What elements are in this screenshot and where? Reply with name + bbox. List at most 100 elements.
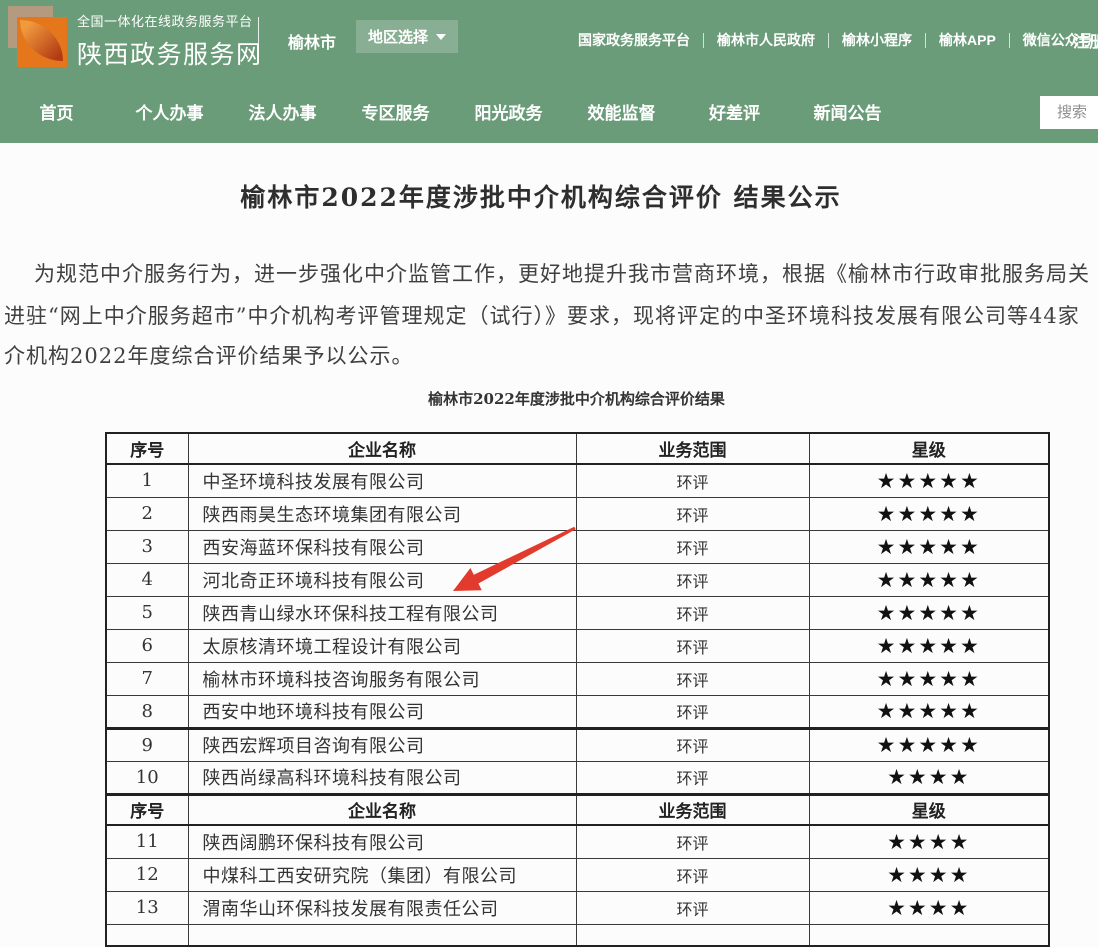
row-number: 7 <box>106 662 188 695</box>
logo-leaf-icon <box>20 20 63 61</box>
site-name: 陕西政务服务网 <box>77 35 263 71</box>
business-scope: 环评 <box>576 728 809 761</box>
star-rating: ★★★★★ <box>809 596 1049 629</box>
column-header: 星级 <box>809 794 1049 825</box>
company-name: 西安中地环境科技有限公司 <box>188 695 576 728</box>
paragraph-line-2: 进驻“网上中介服务超市”中介机构考评管理规定（试行）》要求，现将评定的中圣环境科… <box>4 300 1080 330</box>
empty-cell <box>188 924 576 946</box>
paragraph-line-1: 为规范中介服务行为，进一步强化中介监管工作，更好地提升我市营商环境，根据《榆林市… <box>34 258 1090 288</box>
evaluation-table: 序号企业名称业务范围星级1中圣环境科技发展有限公司环评★★★★★2陕西雨昊生态环… <box>105 432 1050 947</box>
company-name: 河北奇正环境科技有限公司 <box>188 563 576 596</box>
page-title: 榆林市2022年度涉批中介机构综合评价 结果公示 <box>0 178 1082 214</box>
business-scope: 环评 <box>576 629 809 662</box>
company-name: 渭南华山环保科技发展有限责任公司 <box>188 891 576 924</box>
chevron-down-icon <box>436 34 446 40</box>
table-row: 9陕西宏辉项目咨询有限公司环评★★★★★ <box>106 728 1049 761</box>
page: 全国一体化在线政务服务平台 陕西政务服务网 榆林市 地区选择 国家政务服务平台榆… <box>0 0 1098 947</box>
table-row: 13渭南华山环保科技发展有限责任公司环评★★★★ <box>106 891 1049 924</box>
nav-item-3[interactable]: 专区服务 <box>339 85 452 143</box>
business-scope: 环评 <box>576 761 809 794</box>
nav-item-1[interactable]: 个人办事 <box>113 85 226 143</box>
row-number: 2 <box>106 497 188 530</box>
company-name: 陕西雨昊生态环境集团有限公司 <box>188 497 576 530</box>
star-rating: ★★★★★ <box>809 497 1049 530</box>
platform-label: 全国一体化在线政务服务平台 <box>77 11 263 30</box>
star-rating: ★★★★ <box>809 891 1049 924</box>
row-number: 11 <box>106 825 188 858</box>
header-link-3[interactable]: 榆林APP <box>912 30 996 50</box>
business-scope: 环评 <box>576 695 809 728</box>
main-nav: 首页个人办事法人办事专区服务阳光政务效能监督好差评新闻公告 <box>0 85 1098 143</box>
row-number: 3 <box>106 530 188 563</box>
empty-cell <box>809 924 1049 946</box>
nav-item-4[interactable]: 阳光政务 <box>452 85 565 143</box>
column-header: 星级 <box>809 433 1049 464</box>
business-scope: 环评 <box>576 497 809 530</box>
star-rating: ★★★★★ <box>809 464 1049 497</box>
row-number: 8 <box>106 695 188 728</box>
row-number: 9 <box>106 728 188 761</box>
header-link-2[interactable]: 榆林小程序 <box>815 30 912 50</box>
table-header-row: 序号企业名称业务范围星级 <box>106 794 1049 825</box>
current-city-label: 榆林市 <box>288 29 336 53</box>
company-name: 中圣环境科技发展有限公司 <box>188 464 576 497</box>
empty-cell <box>106 924 188 946</box>
company-name: 西安海蓝环保科技有限公司 <box>188 530 576 563</box>
search-input[interactable] <box>1040 104 1098 121</box>
business-scope: 环评 <box>576 858 809 891</box>
nav-item-0[interactable]: 首页 <box>0 85 113 143</box>
company-name: 陕西阔鹏环保科技有限公司 <box>188 825 576 858</box>
business-scope: 环评 <box>576 891 809 924</box>
star-rating: ★★★★★ <box>809 728 1049 761</box>
header-link-1[interactable]: 榆林市人民政府 <box>690 30 815 50</box>
company-name: 太原核清环境工程设计有限公司 <box>188 629 576 662</box>
search-box <box>1040 96 1098 129</box>
empty-cell <box>576 924 809 946</box>
column-header: 企业名称 <box>188 794 576 825</box>
column-header: 序号 <box>106 433 188 464</box>
nav-item-7[interactable]: 新闻公告 <box>791 85 904 143</box>
register-link[interactable]: 注册 <box>1073 28 1098 52</box>
table-row: 3西安海蓝环保科技有限公司环评★★★★★ <box>106 530 1049 563</box>
business-scope: 环评 <box>576 563 809 596</box>
business-scope: 环评 <box>576 662 809 695</box>
paragraph-line-3: 介机构2022年度综合评价结果予以公示。 <box>4 340 413 370</box>
table-row: 1中圣环境科技发展有限公司环评★★★★★ <box>106 464 1049 497</box>
business-scope: 环评 <box>576 825 809 858</box>
header-links: 国家政务服务平台榆林市人民政府榆林小程序榆林APP微信公众号 <box>578 30 1093 50</box>
header-link-0[interactable]: 国家政务服务平台 <box>578 30 690 50</box>
nav-item-5[interactable]: 效能监督 <box>565 85 678 143</box>
company-name: 陕西青山绿水环保科技工程有限公司 <box>188 596 576 629</box>
table-row: 7榆林市环境科技咨询服务有限公司环评★★★★★ <box>106 662 1049 695</box>
row-number: 5 <box>106 596 188 629</box>
star-rating: ★★★★ <box>809 761 1049 794</box>
table-row: 5陕西青山绿水环保科技工程有限公司环评★★★★★ <box>106 596 1049 629</box>
row-number: 13 <box>106 891 188 924</box>
row-number: 1 <box>106 464 188 497</box>
table-row: 11陕西阔鹏环保科技有限公司环评★★★★ <box>106 825 1049 858</box>
nav-item-2[interactable]: 法人办事 <box>226 85 339 143</box>
content-area: 榆林市2022年度涉批中介机构综合评价 结果公示 为规范中介服务行为，进一步强化… <box>0 143 1098 947</box>
table-row: 8西安中地环境科技有限公司环评★★★★★ <box>106 695 1049 728</box>
nav-item-6[interactable]: 好差评 <box>678 85 791 143</box>
column-header: 业务范围 <box>576 794 809 825</box>
table-row: 2陕西雨昊生态环境集团有限公司环评★★★★★ <box>106 497 1049 530</box>
table-header-row: 序号企业名称业务范围星级 <box>106 433 1049 464</box>
divider <box>258 17 259 60</box>
business-scope: 环评 <box>576 530 809 563</box>
row-number: 10 <box>106 761 188 794</box>
star-rating: ★★★★★ <box>809 563 1049 596</box>
star-rating: ★★★★★ <box>809 662 1049 695</box>
star-rating: ★★★★★ <box>809 530 1049 563</box>
brand-text: 全国一体化在线政务服务平台 陕西政务服务网 <box>77 11 263 71</box>
star-rating: ★★★★ <box>809 825 1049 858</box>
star-rating: ★★★★ <box>809 858 1049 891</box>
star-rating: ★★★★★ <box>809 695 1049 728</box>
site-logo-icon <box>8 6 68 67</box>
table-row: 6太原核清环境工程设计有限公司环评★★★★★ <box>106 629 1049 662</box>
region-selector-button[interactable]: 地区选择 <box>356 20 458 53</box>
company-name: 中煤科工西安研究院（集团）有限公司 <box>188 858 576 891</box>
column-header: 企业名称 <box>188 433 576 464</box>
table-row-partial <box>106 924 1049 946</box>
business-scope: 环评 <box>576 464 809 497</box>
